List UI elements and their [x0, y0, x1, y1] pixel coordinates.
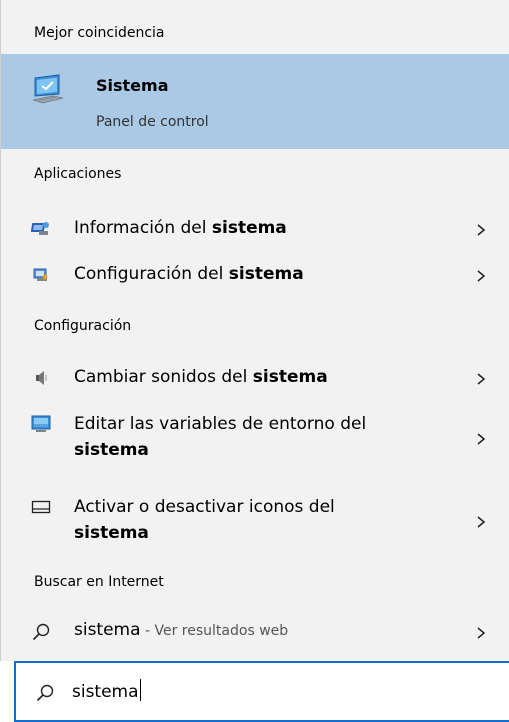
- settings-item-label: Cambiar sonidos del: [74, 367, 253, 387]
- app-item-system-configuration[interactable]: Configuración del sistema: [1, 258, 509, 292]
- settings-item-match: sistema: [74, 523, 149, 543]
- section-web: Buscar en Internet: [34, 574, 164, 590]
- section-best-match: Mejor coincidencia: [34, 25, 165, 41]
- search-icon: [32, 623, 50, 641]
- chevron-right-icon: [477, 224, 486, 236]
- search-input-value: sistema: [72, 682, 139, 702]
- chevron-right-icon: [477, 270, 486, 282]
- app-item-system-information[interactable]: Información del sistema: [1, 212, 509, 246]
- search-icon: [36, 684, 54, 702]
- app-item-label: Información del: [74, 218, 212, 238]
- search-results-panel: Mejor coincidencia Sistema Panel de cont…: [0, 0, 509, 661]
- settings-item-match: sistema: [74, 440, 149, 460]
- chevron-right-icon: [477, 373, 486, 385]
- best-match-title: Sistema: [96, 76, 169, 95]
- system-information-icon: [31, 222, 49, 235]
- chevron-right-icon: [477, 433, 486, 445]
- search-box[interactable]: sistema: [14, 661, 509, 722]
- chevron-right-icon: [477, 627, 486, 639]
- web-result-suffix: - Ver resultados web: [140, 623, 289, 639]
- settings-item-system-icons[interactable]: Activar o desactivar iconos del sistema: [1, 491, 509, 555]
- speaker-icon: [36, 371, 47, 385]
- web-result-item[interactable]: sistema - Ver resultados web: [1, 614, 509, 650]
- taskbar-icon: [31, 500, 51, 514]
- text-caret: [139, 679, 141, 701]
- computer-monitor-icon: [32, 74, 64, 104]
- chevron-right-icon: [477, 516, 486, 528]
- section-settings: Configuración: [34, 318, 132, 334]
- search-input[interactable]: sistema: [72, 679, 141, 705]
- monitor-icon: [31, 415, 51, 432]
- section-apps: Aplicaciones: [34, 166, 122, 182]
- settings-item-environment-variables[interactable]: Editar las variables de entorno del sist…: [1, 408, 509, 472]
- app-item-match: sistema: [211, 218, 287, 238]
- best-match-item[interactable]: Sistema Panel de control: [1, 54, 509, 149]
- system-configuration-icon: [33, 268, 48, 281]
- settings-item-change-sounds[interactable]: Cambiar sonidos del sistema: [1, 361, 509, 395]
- best-match-subtitle: Panel de control: [96, 114, 209, 130]
- settings-item-label: Editar las variables de entorno del: [74, 414, 367, 434]
- app-item-match: sistema: [228, 264, 304, 284]
- settings-item-match: sistema: [252, 367, 328, 387]
- app-item-label: Configuración del: [74, 264, 229, 284]
- web-result-query: sistema: [74, 620, 141, 640]
- settings-item-label: Activar o desactivar iconos del: [74, 497, 335, 517]
